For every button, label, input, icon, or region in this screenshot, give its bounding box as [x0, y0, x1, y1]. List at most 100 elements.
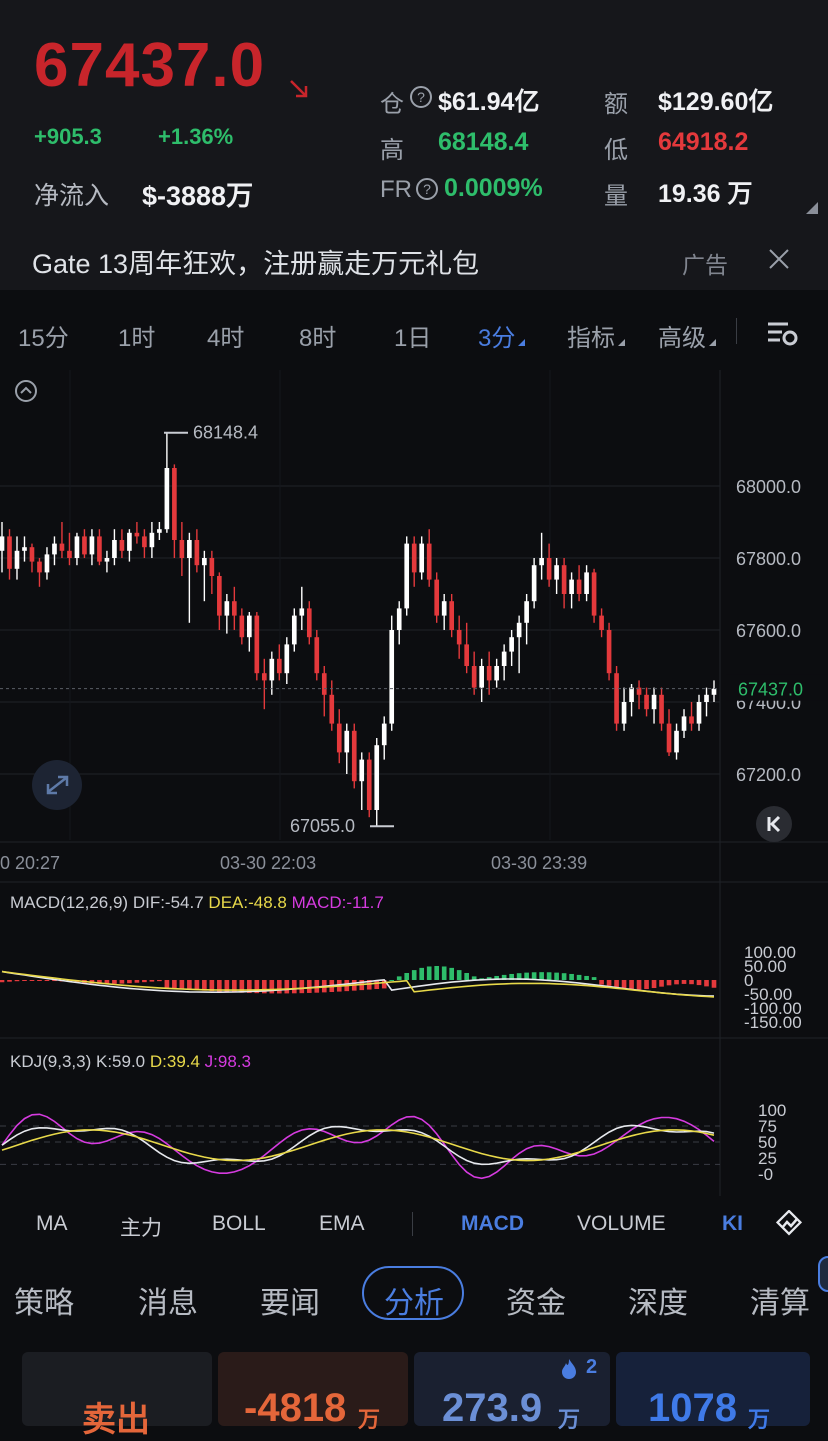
macd-histogram-bar — [606, 980, 612, 986]
candle-body — [389, 630, 395, 724]
macd-histogram-bar — [636, 980, 642, 990]
chart-settings-icon[interactable] — [766, 320, 798, 348]
tab-timeframe-6[interactable]: 指标 — [567, 318, 625, 353]
candle-body — [306, 608, 312, 638]
tab-timeframe-0[interactable]: 15分 — [18, 318, 69, 353]
candle-body — [366, 759, 372, 810]
candle-body — [329, 694, 335, 724]
macd-histogram-bar — [37, 980, 42, 981]
fire-icon — [562, 1359, 576, 1379]
help-icon[interactable]: ? — [410, 86, 432, 108]
candle-body — [441, 601, 447, 616]
candle-body — [404, 543, 410, 609]
macd-histogram-bar — [591, 977, 597, 980]
section-tab-0[interactable]: 策略 — [14, 1278, 74, 1322]
kdj-legend-item: J:98.3 — [205, 1052, 251, 1071]
close-icon[interactable] — [768, 248, 790, 270]
ad-tag: 广告 — [682, 252, 728, 278]
candle-body — [351, 730, 357, 782]
kdj-j-line — [1, 1113, 715, 1180]
expand-corner-icon[interactable] — [806, 202, 818, 214]
fr-label: FR — [380, 176, 412, 203]
section-tab-6[interactable]: 清算 — [750, 1278, 810, 1322]
divider — [736, 318, 737, 344]
macd-histogram-bar — [659, 980, 664, 987]
macd-histogram-bar — [419, 967, 425, 980]
tab-timeframe-7[interactable]: 高级 — [658, 318, 716, 353]
indicator-tab-ki[interactable]: KI — [722, 1212, 743, 1236]
macd-histogram-bar — [434, 966, 440, 980]
chart-svg[interactable]: 68000.067800.067600.067400.067200.068148… — [0, 370, 828, 1196]
kdj-legend-item: KDJ(9,3,3) — [10, 1052, 96, 1071]
candle-body — [254, 615, 260, 674]
candle-body — [104, 558, 110, 562]
tab-timeframe-1[interactable]: 1时 — [118, 318, 155, 353]
candle-body — [396, 608, 402, 630]
high-marker-label: 68148.4 — [193, 423, 258, 443]
collapse-up-icon[interactable] — [14, 379, 38, 403]
chart-type-icon[interactable] — [776, 1210, 804, 1238]
sell-card[interactable]: 卖出 — [22, 1352, 212, 1439]
candle-body — [187, 540, 192, 558]
candle-body — [681, 716, 687, 731]
macd-histogram-bar — [456, 970, 462, 980]
candle-body — [374, 745, 380, 810]
y-tick-label: 67200.0 — [736, 765, 801, 785]
indicator-tab-volume[interactable]: VOLUME — [577, 1212, 666, 1236]
floating-bubble[interactable] — [818, 1256, 828, 1292]
candle-body — [37, 561, 42, 573]
section-tab-5[interactable]: 深度 — [628, 1278, 688, 1322]
indicator-tab-boll[interactable]: BOLL — [212, 1212, 266, 1236]
section-tab-1[interactable]: 消息 — [138, 1278, 198, 1322]
indicator-tab-ma[interactable]: MA — [36, 1212, 68, 1236]
price-chart[interactable]: 68000.0 67800.0 67600.0 67400.0 67200.0 68148… — [0, 370, 828, 1201]
candle-body — [232, 601, 237, 616]
tab-timeframe-5[interactable]: 3分 — [478, 318, 526, 353]
candle-body — [666, 723, 672, 753]
macd-histogram-bar — [157, 980, 162, 982]
candle-body — [29, 547, 35, 562]
macd-histogram-bar — [14, 980, 20, 982]
candle-body — [704, 694, 709, 702]
y-tick-label: 67800.0 — [736, 549, 801, 569]
card-3[interactable]: 2 273.9 万 — [414, 1352, 610, 1432]
help-icon[interactable]: ? — [416, 178, 438, 200]
tab-timeframe-3[interactable]: 8时 — [299, 318, 336, 353]
ad-banner[interactable]: Gate 13周年狂欢，注册赢走万元礼包 广告 — [0, 232, 828, 290]
indicator-tab-ema[interactable]: EMA — [319, 1212, 365, 1236]
section-tab-2[interactable]: 要闻 — [260, 1278, 320, 1322]
macd-histogram-bar — [584, 975, 589, 980]
macd-histogram-bar — [569, 973, 574, 980]
candle-body — [239, 615, 245, 638]
fullscreen-button[interactable] — [32, 760, 82, 810]
candle-body — [344, 730, 350, 753]
sell-value-card[interactable]: -4818 万 — [218, 1352, 408, 1432]
macd-histogram-bar — [306, 980, 312, 993]
candle-body — [74, 536, 80, 558]
candle-body — [284, 644, 290, 674]
candle-body — [539, 558, 544, 566]
kdj-tick-label: -0 — [758, 1165, 773, 1184]
indicator-tab-主力[interactable]: 主力 — [120, 1212, 162, 1242]
macd-histogram-bar — [449, 967, 455, 980]
macd-histogram-bar — [546, 972, 552, 980]
macd-histogram-bar — [127, 980, 132, 984]
jump-latest-button[interactable] — [756, 806, 792, 842]
candle-body — [149, 532, 155, 548]
card-4-unit: 万 — [748, 1407, 771, 1432]
low-marker-label: 67055.0 — [290, 816, 355, 836]
card-4[interactable]: 1078 万 — [616, 1352, 810, 1432]
macd-histogram-bar — [179, 980, 185, 990]
macd-legend: MACD(12,26,9) DIF:-54.7 DEA:-48.8 MACD:-… — [10, 893, 384, 912]
ad-text[interactable]: Gate 13周年狂欢，注册赢走万元礼包 — [32, 242, 479, 281]
section-tab-4[interactable]: 资金 — [506, 1278, 566, 1322]
tab-timeframe-4[interactable]: 1日 — [394, 318, 431, 353]
tab-timeframe-2[interactable]: 4时 — [207, 318, 244, 353]
indicator-tab-macd[interactable]: MACD — [461, 1212, 524, 1236]
candle-body — [359, 759, 365, 782]
candle-body — [486, 666, 492, 681]
fr-value: 0.0009% — [444, 174, 543, 202]
candle-body — [157, 529, 162, 533]
candle-body — [456, 630, 462, 645]
macd-histogram-bar — [621, 980, 627, 989]
